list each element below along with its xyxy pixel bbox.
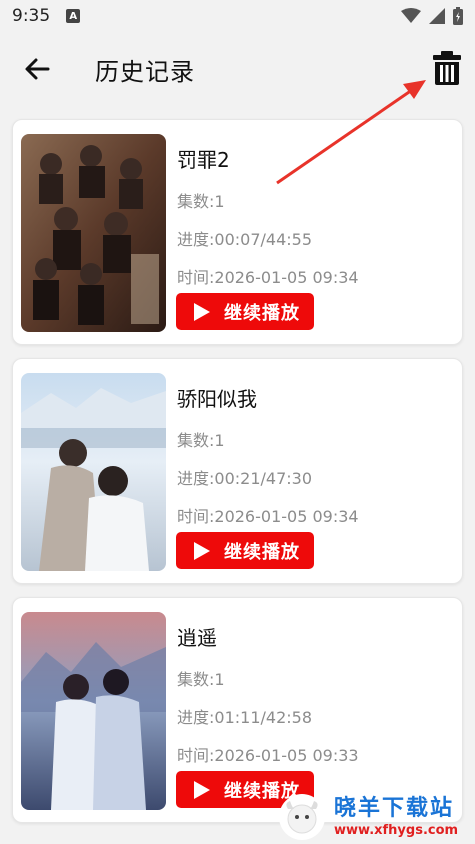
battery-icon: [453, 7, 463, 25]
watch-time: 时间:2026-01-05 09:34: [177, 268, 359, 287]
trash-icon[interactable]: [432, 50, 462, 86]
status-time: 9:35: [12, 6, 51, 26]
play-icon: [194, 302, 210, 321]
status-bar: 9:35 A: [0, 0, 475, 32]
sheep-logo-icon: [279, 794, 325, 840]
video-title: 骄阳似我: [177, 387, 257, 411]
poster-image[interactable]: [21, 373, 166, 571]
continue-play-label: 继续播放: [224, 541, 300, 563]
continue-play-button[interactable]: 继续播放: [176, 532, 314, 569]
app-bar: 历史记录: [0, 32, 475, 106]
play-icon: [194, 541, 210, 560]
poster-image[interactable]: [21, 134, 166, 332]
play-icon: [194, 780, 210, 799]
arrow-left-icon[interactable]: [22, 54, 52, 84]
continue-play-button[interactable]: 继续播放: [176, 293, 314, 330]
video-title: 逍遥: [177, 626, 217, 650]
continue-play-label: 继续播放: [224, 302, 300, 324]
history-card[interactable]: 骄阳似我 集数:1 进度:00:21/47:30 时间:2026-01-05 0…: [12, 358, 463, 584]
episode-count: 集数:1: [177, 192, 225, 211]
wifi-icon: [401, 8, 421, 23]
poster-image[interactable]: [21, 612, 166, 810]
video-title: 罚罪2: [177, 148, 230, 172]
episode-count: 集数:1: [177, 431, 225, 450]
watermark-name: 晓羊下载站: [334, 795, 455, 821]
watch-progress: 进度:00:21/47:30: [177, 469, 313, 488]
watch-progress: 进度:01:11/42:58: [177, 708, 313, 727]
history-card[interactable]: 罚罪2 集数:1 进度:00:07/44:55 时间:2026-01-05 09…: [12, 119, 463, 345]
episode-count: 集数:1: [177, 670, 225, 689]
watch-time: 时间:2026-01-05 09:33: [177, 746, 359, 765]
page-title: 历史记录: [95, 58, 195, 86]
a-square-icon: A: [66, 9, 81, 23]
status-icons: [401, 7, 463, 25]
watch-progress: 进度:00:07/44:55: [177, 230, 313, 249]
watermark-url: www.xfhygs.com: [334, 822, 459, 838]
site-watermark: 晓羊下载站 www.xfhygs.com: [278, 790, 475, 844]
watch-time: 时间:2026-01-05 09:34: [177, 507, 359, 526]
signal-icon: [429, 8, 445, 24]
